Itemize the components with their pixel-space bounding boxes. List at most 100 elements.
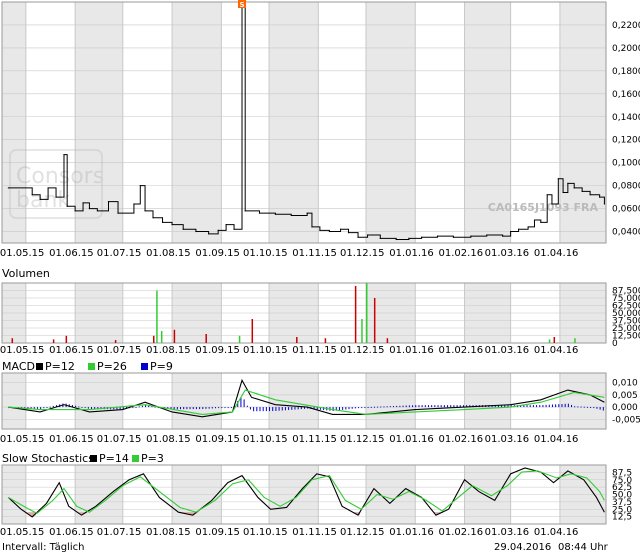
price-point (408, 238, 409, 239)
price-point (140, 185, 141, 186)
macd-histogram-bar (288, 407, 289, 410)
macd-histogram-bar (120, 407, 121, 409)
macd-histogram-bar (199, 407, 200, 409)
macd-histogram-bar (593, 407, 594, 408)
macd-histogram-bar (361, 407, 362, 408)
price-point (233, 229, 234, 230)
macd-histogram-bar (364, 407, 365, 408)
x-tick-label: 01.12.15 (340, 527, 385, 538)
macd-histogram-bar (530, 405, 531, 407)
macd-histogram-bar (209, 407, 210, 409)
price-point (171, 224, 172, 225)
price-point (245, 210, 246, 211)
price-y-tick-label: 0,1400 (612, 113, 640, 123)
macd-histogram-bar (352, 407, 353, 409)
macd-histogram-bar (577, 406, 578, 407)
price-point (486, 234, 487, 235)
macd-legend-swatch-2 (88, 363, 95, 370)
volume-bar (161, 331, 163, 343)
x-tick-label: 01.08.15 (146, 248, 191, 259)
price-point (8, 187, 9, 188)
x-tick-label: 01.09.15 (195, 248, 240, 259)
macd-histogram-bar (390, 406, 391, 407)
macd-histogram-bar (438, 405, 439, 407)
x-tick-label: 01.06.15 (49, 434, 94, 445)
macd-histogram-bar (425, 405, 426, 407)
macd-histogram-bar (342, 407, 343, 410)
macd-histogram-bar (298, 407, 299, 409)
price-point (518, 229, 519, 230)
volume-bar (66, 336, 68, 343)
macd-histogram-bar (205, 407, 206, 409)
stochastics-title: Slow Stochastics (2, 452, 94, 465)
macd-histogram-bar (428, 405, 429, 407)
macd-histogram-bar (142, 406, 143, 407)
macd-histogram-bar (431, 405, 432, 407)
x-tick-label: 01.12.15 (340, 434, 385, 445)
x-tick-label: 01.07.15 (97, 345, 142, 356)
price-point (582, 191, 583, 192)
macd-histogram-bar (409, 405, 410, 407)
volume-bar (374, 298, 376, 343)
macd-legend-label-1: P=12 (45, 360, 75, 373)
macd-histogram-bar (539, 405, 540, 407)
macd-histogram-bar (190, 407, 191, 409)
macd-histogram-bar (247, 406, 248, 407)
macd-histogram-bar (47, 407, 48, 408)
x-tick-label: 01.11.15 (292, 248, 337, 259)
macd-y-tick-label: -0,005 (612, 415, 640, 425)
macd-histogram-bar (225, 407, 226, 408)
x-tick-label: 01.03.16 (485, 248, 530, 259)
macd-histogram-bar (279, 407, 280, 411)
price-point (183, 229, 184, 230)
macd-month-band (560, 373, 606, 429)
x-tick-label: 01.10.15 (243, 434, 288, 445)
macd-histogram-bar (88, 407, 89, 409)
macd-histogram-bar (358, 407, 359, 408)
x-tick-label: 01.02.16 (439, 527, 484, 538)
price-point (558, 178, 559, 179)
volume-bar (554, 337, 556, 343)
macd-histogram-bar (552, 405, 553, 408)
macd-histogram-bar (600, 407, 601, 410)
macd-histogram-bar (263, 407, 264, 411)
macd-histogram-bar (441, 405, 442, 407)
price-point (162, 222, 163, 223)
macd-histogram-bar (542, 405, 543, 407)
macd-histogram-bar (444, 405, 445, 407)
price-point (470, 236, 471, 237)
volume-bar (361, 319, 363, 343)
x-tick-label: 01.03.16 (485, 434, 530, 445)
macd-month-band (172, 373, 221, 429)
x-tick-label: 01.05.15 (0, 434, 44, 445)
price-point (453, 237, 454, 238)
price-point (340, 229, 341, 230)
x-tick-label: 01.07.15 (97, 434, 142, 445)
price-month-band (172, 2, 221, 243)
stochastics-legend: Slow Stochastics P=14 P=3 (2, 452, 164, 465)
x-tick-label: 01.01.16 (389, 248, 434, 259)
price-point (226, 224, 227, 225)
x-tick-label: 01.05.15 (0, 248, 44, 259)
macd-histogram-bar (145, 405, 146, 407)
stochastics-legend-swatch-2 (132, 455, 139, 462)
macd-histogram-bar (174, 407, 175, 409)
stochastics-legend-label-1: P=14 (99, 452, 129, 465)
volume-bar (174, 330, 176, 343)
x-tick-label: 01.03.16 (485, 527, 530, 538)
macd-y-tick-label: 0,010 (612, 379, 638, 389)
macd-histogram-bar (571, 405, 572, 407)
volume-bar (239, 336, 241, 343)
x-tick-label: 01.01.16 (389, 345, 434, 356)
macd-histogram-bar (565, 404, 566, 407)
macd-histogram-bar (418, 405, 419, 407)
macd-histogram-bar (558, 404, 559, 407)
macd-histogram-bar (603, 407, 604, 410)
watermark-brand-line1: Consors (16, 164, 104, 189)
price-point (307, 213, 308, 214)
macd-legend-label-3: P=9 (150, 360, 173, 373)
price-y-tick-label: 0,1600 (612, 90, 640, 100)
macd-histogram-bar (412, 405, 413, 407)
price-month-band (366, 2, 415, 243)
price-point (133, 203, 134, 204)
